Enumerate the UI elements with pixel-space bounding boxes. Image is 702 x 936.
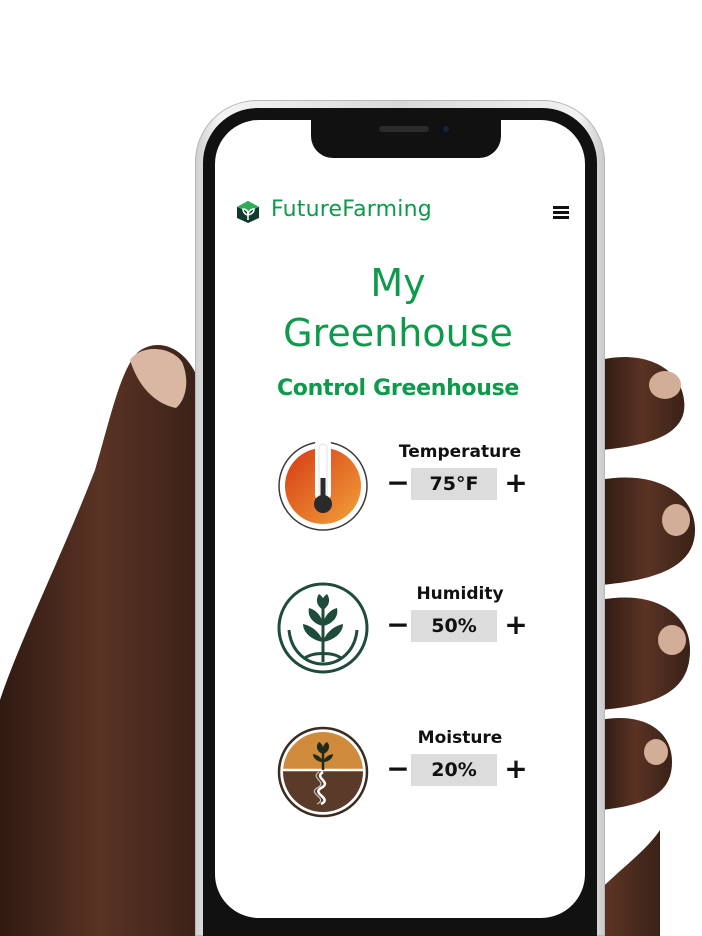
temperature-stepper: − 75°F + bbox=[385, 468, 535, 500]
phone-notch bbox=[311, 120, 501, 158]
moisture-value: 20% bbox=[411, 754, 497, 786]
phone-frame: FutureFarming My Greenhouse Control Gree… bbox=[195, 100, 605, 936]
hamburger-menu-icon[interactable] bbox=[551, 204, 571, 220]
temperature-increase-button[interactable]: + bbox=[503, 468, 529, 500]
phone-bezel: FutureFarming My Greenhouse Control Gree… bbox=[203, 108, 597, 936]
greenhouse-logo-icon bbox=[237, 201, 259, 223]
moisture-decrease-button[interactable]: − bbox=[385, 754, 411, 786]
temperature-decrease-button[interactable]: − bbox=[385, 468, 411, 500]
section-title: Control Greenhouse bbox=[276, 376, 520, 401]
humidity-label: Humidity bbox=[416, 584, 504, 604]
humidity-decrease-button[interactable]: − bbox=[385, 610, 411, 642]
moisture-control: Moisture − 20% + bbox=[275, 724, 565, 820]
humidity-stepper: − 50% + bbox=[385, 610, 535, 642]
thermometer-icon bbox=[278, 438, 368, 531]
humidity-increase-button[interactable]: + bbox=[503, 610, 529, 642]
moisture-stepper: − 20% + bbox=[385, 754, 535, 786]
page-title: My Greenhouse bbox=[215, 258, 581, 358]
temperature-control: Temperature − 75°F + bbox=[275, 438, 565, 534]
temperature-label: Temperature bbox=[398, 442, 522, 462]
phone-screen: FutureFarming My Greenhouse Control Gree… bbox=[215, 120, 585, 918]
page-title-line1: My bbox=[370, 261, 426, 305]
moisture-increase-button[interactable]: + bbox=[503, 754, 529, 786]
soil-sprout-icon bbox=[277, 726, 369, 818]
brand-name[interactable]: FutureFarming bbox=[271, 197, 432, 222]
front-camera-icon bbox=[441, 124, 451, 134]
page-title-line2: Greenhouse bbox=[283, 311, 513, 355]
speaker-grille bbox=[379, 126, 429, 132]
plant-leaves-icon bbox=[277, 582, 369, 674]
temperature-value: 75°F bbox=[411, 468, 497, 500]
moisture-label: Moisture bbox=[417, 728, 503, 748]
app-header: FutureFarming bbox=[235, 196, 569, 230]
humidity-value: 50% bbox=[411, 610, 497, 642]
humidity-control: Humidity − 50% + bbox=[275, 580, 565, 676]
